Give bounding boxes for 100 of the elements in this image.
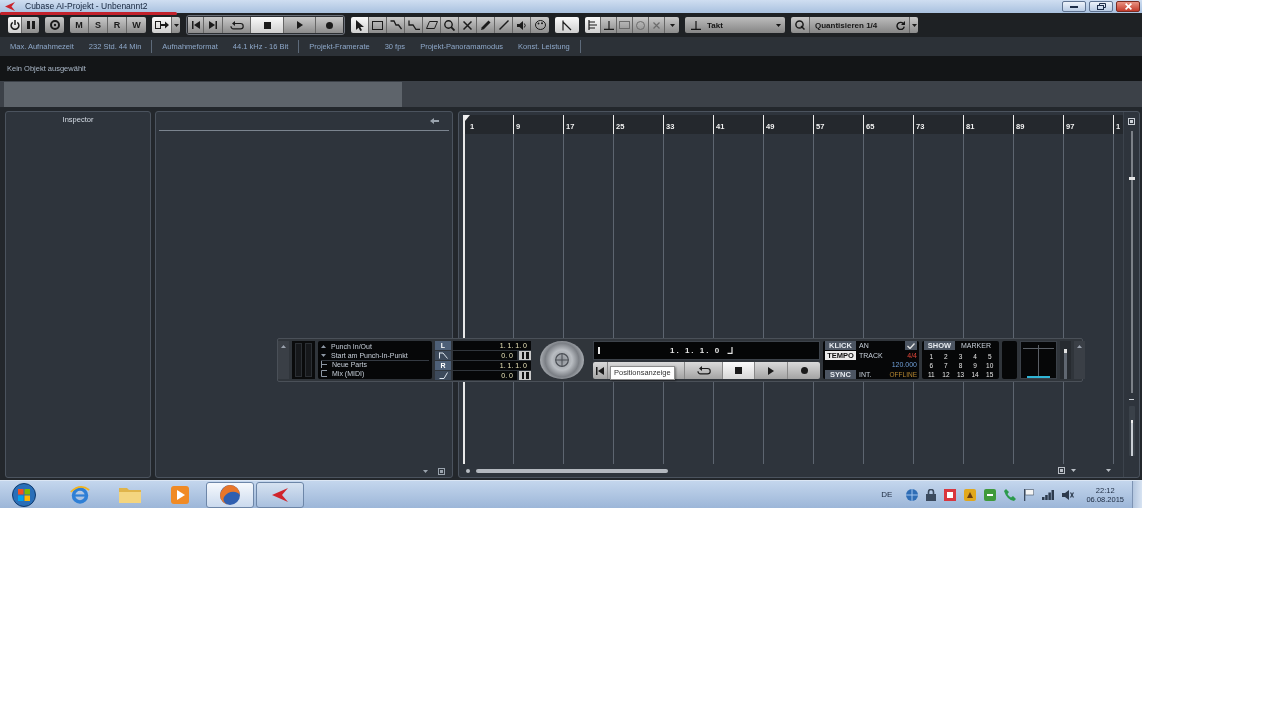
square-icon[interactable] [1058, 467, 1065, 474]
up-arrow-icon[interactable] [281, 345, 286, 348]
mute-tool[interactable] [459, 17, 477, 33]
globe-icon[interactable] [906, 488, 919, 501]
skip-forward-icon [209, 21, 217, 29]
snap-mode-button[interactable] [585, 17, 601, 33]
automation-button[interactable]: S [89, 17, 108, 33]
monitor-button[interactable] [45, 17, 64, 33]
double-bar-icon [26, 21, 35, 29]
muted-speaker-icon[interactable] [1062, 489, 1075, 500]
caret-icon [669, 23, 675, 27]
padlock-icon[interactable] [926, 488, 937, 501]
x-mark-icon [653, 21, 660, 29]
cycle-icon [696, 366, 711, 375]
play-button[interactable] [284, 17, 316, 33]
flag-icon[interactable] [1024, 488, 1035, 501]
pencil-icon [480, 20, 491, 30]
tray-app-icon[interactable] [964, 488, 977, 501]
roll-toggle-button[interactable] [519, 351, 531, 360]
tick-mark-icon [598, 347, 600, 354]
tray-app-icon[interactable] [944, 488, 957, 501]
square-icon[interactable] [438, 467, 445, 475]
speaker-icon [516, 20, 527, 30]
fader-fill[interactable] [1064, 349, 1067, 379]
globe-icon [220, 484, 240, 505]
play-tool[interactable] [513, 17, 531, 33]
language-indicator[interactable]: DE [881, 490, 893, 499]
palette-tool[interactable] [531, 17, 549, 33]
caret-icon[interactable] [1106, 469, 1111, 472]
caret-icon [776, 23, 781, 27]
automation-button[interactable]: R [108, 17, 127, 33]
cycle-button[interactable] [223, 17, 251, 33]
baseline-icon [691, 20, 701, 30]
constrain-delay-button[interactable] [22, 17, 39, 33]
play-button[interactable] [755, 362, 788, 379]
record-button[interactable] [788, 362, 820, 379]
position-time: 1. 1. 1. 0 [670, 346, 722, 355]
go-to-start-button[interactable] [593, 362, 608, 379]
app-logo-icon [272, 487, 288, 502]
stop-button[interactable] [251, 17, 284, 33]
roll-button[interactable] [435, 351, 451, 360]
power-icon [9, 20, 20, 30]
auto-scroll-button[interactable] [152, 17, 172, 33]
automation-button[interactable]: W [127, 17, 146, 33]
range-select-tool[interactable] [369, 17, 387, 33]
cycle-button[interactable] [685, 362, 723, 379]
signal-icon[interactable] [1042, 489, 1055, 500]
glue-tool[interactable] [405, 17, 423, 33]
circle-icon [636, 20, 645, 30]
record-button[interactable] [316, 17, 343, 33]
restore-button[interactable] [1089, 1, 1113, 12]
tray-app-icon[interactable] [984, 488, 997, 501]
master-fader-track[interactable] [1060, 341, 1071, 379]
zoom-tool[interactable] [441, 17, 459, 33]
roll-toggle-button[interactable] [519, 371, 531, 380]
line-tool[interactable] [495, 17, 513, 33]
dropdown-button[interactable] [172, 17, 180, 33]
go-to-start-button[interactable] [188, 17, 204, 33]
restore-icon [1096, 3, 1106, 10]
circle-arrow-icon [896, 20, 905, 30]
click-checkbox[interactable] [905, 341, 917, 350]
square-icon[interactable] [1128, 118, 1135, 125]
go-to-end-button[interactable] [204, 17, 223, 33]
snap-mode-button[interactable] [601, 17, 617, 33]
activate-project-button[interactable] [8, 17, 22, 33]
grid-icon [587, 20, 598, 30]
up-arrow-icon[interactable] [1077, 345, 1082, 348]
skip-back-icon [191, 21, 200, 29]
quantize-button[interactable] [791, 17, 810, 33]
automation-button[interactable]: M [70, 17, 89, 33]
taskbar-app-button[interactable] [206, 481, 254, 508]
quantize-dropdown[interactable]: Quantisieren 1/4 [810, 17, 910, 33]
close-button[interactable] [1116, 1, 1140, 12]
caret-icon[interactable] [1071, 469, 1076, 472]
input-level-meter [292, 341, 315, 379]
snap-toggle-button[interactable] [555, 17, 579, 33]
stop-button[interactable] [723, 362, 755, 379]
vertical-scrollbar[interactable] [1128, 131, 1135, 393]
caret-icon[interactable] [423, 469, 428, 473]
dropdown-button[interactable] [910, 17, 918, 33]
erase-tool[interactable] [423, 17, 441, 33]
draw-tool[interactable] [477, 17, 495, 33]
record-icon [800, 367, 808, 374]
horizontal-scrollbar[interactable] [476, 468, 668, 473]
bar-toggle-icon [521, 352, 529, 359]
object-select-tool[interactable] [351, 17, 369, 33]
media-player-icon [171, 485, 189, 504]
minimize-button[interactable] [1062, 1, 1086, 12]
taskbar-app-button[interactable] [256, 481, 304, 508]
zoom-slider-track[interactable] [1128, 406, 1135, 456]
left-arrow-icon[interactable] [430, 118, 439, 124]
jog-wheel[interactable] [540, 341, 584, 379]
up-arrow-icon [321, 344, 326, 348]
stop-icon [735, 367, 742, 374]
grid-type-dropdown[interactable]: Takt [685, 17, 785, 33]
split-tool[interactable] [387, 17, 405, 33]
corner-mark-icon [727, 347, 734, 354]
roll-button[interactable] [435, 371, 451, 380]
dropdown-button[interactable] [665, 17, 679, 33]
post-roll-icon [438, 372, 448, 379]
